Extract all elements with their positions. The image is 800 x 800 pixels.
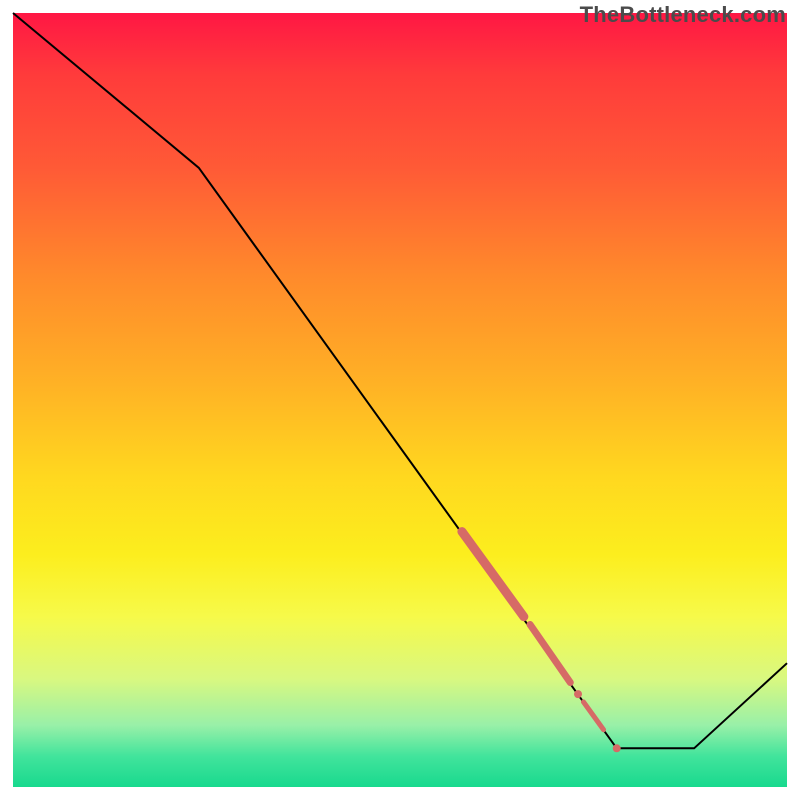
bottleneck-curve [13, 13, 787, 748]
highlight-segment [583, 702, 603, 730]
chart-container: TheBottleneck.com [0, 0, 800, 800]
chart-overlay-svg [13, 13, 787, 787]
highlight-dot [613, 744, 621, 752]
watermark-label: TheBottleneck.com [580, 2, 786, 28]
highlight-dot [574, 690, 582, 698]
highlight-segment [530, 624, 570, 682]
highlight-markers [462, 532, 621, 753]
highlight-segment [462, 532, 524, 617]
